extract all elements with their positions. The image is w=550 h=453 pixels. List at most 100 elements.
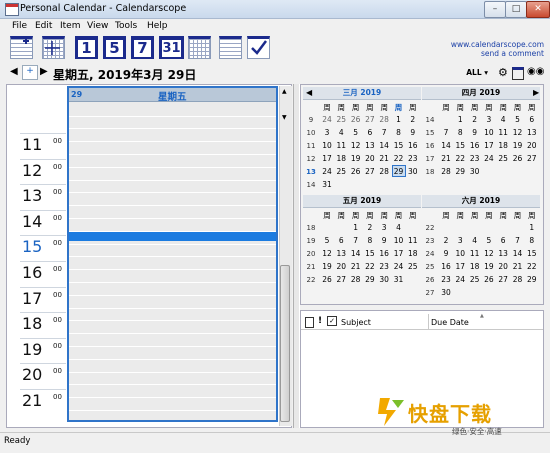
calendar-day[interactable]: 24 [482,154,496,163]
calendar-day[interactable]: 7 [439,128,453,137]
week-number[interactable]: 22 [423,224,437,232]
calendar-day[interactable]: 9 [439,249,453,258]
calendar-day[interactable]: 8 [363,236,377,245]
week-number[interactable]: 22 [304,276,318,284]
calendar-day[interactable]: 12 [349,141,363,150]
time-slot[interactable] [69,295,276,309]
calendar-day[interactable]: 27 [334,275,348,284]
time-slot[interactable] [69,193,276,207]
calendar-icon[interactable] [512,67,524,80]
menu-view[interactable]: View [87,21,108,31]
week-number[interactable]: 18 [423,168,437,176]
calendar-day[interactable]: 21 [377,154,391,163]
calendar-day[interactable]: 5 [349,128,363,137]
time-slot[interactable] [69,397,276,411]
calendar-day[interactable]: 16 [439,262,453,271]
calendar-day[interactable]: 15 [363,249,377,258]
calendar-day[interactable]: 31 [392,275,406,284]
week-number[interactable]: 25 [423,263,437,271]
time-slot[interactable] [69,129,276,143]
calendar-day[interactable]: 15 [453,141,467,150]
calendar-day[interactable]: 26 [349,167,363,176]
week-number[interactable]: 11 [304,142,318,150]
time-slot[interactable] [69,321,276,335]
calendar-day[interactable]: 30 [468,167,482,176]
current-time-slot[interactable] [69,232,276,241]
time-slot[interactable] [69,410,276,424]
calendar-day[interactable]: 18 [496,141,510,150]
calendar-day[interactable]: 19 [511,141,525,150]
calendar-day[interactable]: 26 [349,115,363,124]
month-title[interactable]: 五月 2019 [303,195,421,208]
calendar-day[interactable]: 1 [453,115,467,124]
calendar-day[interactable]: 23 [468,154,482,163]
workweek-view-button[interactable]: 5 [103,36,126,59]
day-view-button[interactable]: 1 [75,36,98,59]
calendar-day[interactable]: 8 [392,128,406,137]
calendar-day[interactable]: 1 [392,115,406,124]
calendar-day[interactable]: 11 [468,249,482,258]
calendar-day[interactable]: 2 [468,115,482,124]
calendar-day[interactable]: 3 [482,115,496,124]
calendar-day[interactable]: 31 [320,180,334,189]
calendar-day[interactable]: 30 [406,167,420,176]
time-slot[interactable] [69,346,276,360]
calendar-day[interactable]: 10 [453,249,467,258]
calendar-day[interactable]: 22 [453,154,467,163]
time-slot[interactable] [69,385,276,399]
calendar-day[interactable]: 3 [453,236,467,245]
week-number[interactable]: 17 [423,155,437,163]
calendar-day[interactable]: 6 [363,128,377,137]
calendar-day[interactable]: 28 [439,167,453,176]
calendar-day[interactable]: 26 [320,275,334,284]
calendar-day[interactable]: 10 [320,141,334,150]
calendar-day[interactable]: 21 [511,262,525,271]
calendar-day[interactable]: 18 [406,249,420,258]
calendar-day[interactable]: 19 [349,154,363,163]
calendar-day[interactable]: 13 [525,128,539,137]
calendar-day[interactable]: 7 [377,128,391,137]
scroll-down-icon[interactable]: ▼ [282,114,287,121]
time-slot[interactable] [69,333,276,347]
calendar-day[interactable]: 22 [525,262,539,271]
week-number[interactable]: 13 [304,168,318,176]
calendar-day[interactable]: 19 [320,262,334,271]
scrollbar-thumb[interactable] [280,265,290,422]
calendar-day[interactable]: 4 [334,128,348,137]
calendar-day[interactable]: 6 [525,115,539,124]
calendar-day[interactable]: 1 [349,223,363,232]
category-filter[interactable]: ALL ▾ [466,68,488,77]
calendar-day[interactable]: 27 [525,154,539,163]
calendar-day[interactable]: 17 [453,262,467,271]
calendar-day[interactable]: 14 [439,141,453,150]
time-slot[interactable] [69,180,276,194]
menu-help[interactable]: Help [147,21,168,31]
calendar-day[interactable]: 11 [406,236,420,245]
time-slot[interactable] [69,205,276,219]
calendar-day[interactable]: 29 [525,275,539,284]
month-title[interactable]: 四月 2019 [422,87,540,100]
calendar-day[interactable]: 18 [468,262,482,271]
prev-arrow-icon[interactable]: ◀ [10,66,18,77]
time-slot[interactable] [69,141,276,155]
calendar-day[interactable]: 27 [363,115,377,124]
calendar-day[interactable]: 30 [439,288,453,297]
calendar-day[interactable]: 28 [377,115,391,124]
calendar-day[interactable]: 17 [320,154,334,163]
week-number[interactable]: 19 [304,237,318,245]
gear-icon[interactable]: ⚙ [498,66,508,79]
calendar-day[interactable]: 8 [453,128,467,137]
calendar-day[interactable]: 25 [496,154,510,163]
splitter[interactable] [293,84,300,428]
calendar-day[interactable]: 15 [392,141,406,150]
month-title[interactable]: 三月 2019 [303,87,421,100]
close-button[interactable]: ✕ [526,1,550,18]
menu-edit[interactable]: Edit [35,21,52,31]
today-button[interactable]: + [22,65,38,80]
calendar-day[interactable]: 14 [349,249,363,258]
calendar-day[interactable]: 6 [334,236,348,245]
calendar-day[interactable]: 16 [406,141,420,150]
calendar-day[interactable]: 20 [496,262,510,271]
calendar-day[interactable]: 28 [511,275,525,284]
menu-item[interactable]: Item [60,21,81,31]
